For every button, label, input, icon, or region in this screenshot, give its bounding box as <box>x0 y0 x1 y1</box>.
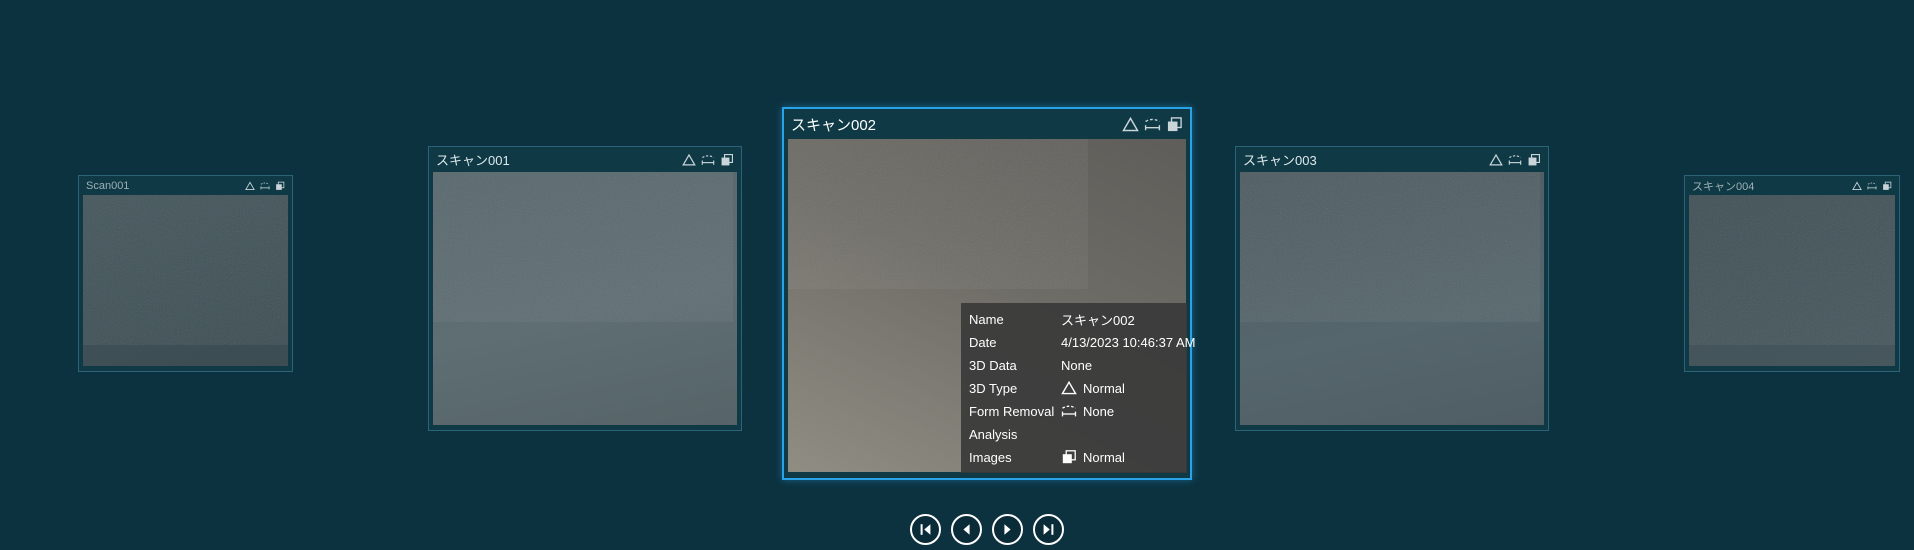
triangle-icon <box>1122 117 1139 131</box>
scan-card-scan003[interactable]: スキャン003 <box>1235 146 1549 431</box>
skip-to-last-icon <box>1043 524 1054 535</box>
scan-texture <box>433 172 733 322</box>
scan-carousel: Scan001 スキャン001 スキャン002 Name スキャン002 Dat… <box>0 0 1914 550</box>
info-value: Normal <box>1083 449 1125 465</box>
images-icon <box>1528 153 1540 166</box>
scan-card-header: スキャン004 <box>1685 176 1899 195</box>
info-label: Name <box>969 311 1004 327</box>
scan-card-scan002-selected[interactable]: スキャン002 Name スキャン002 Date 4/13/2023 10:4… <box>782 107 1195 480</box>
form-removal-icon <box>260 182 270 190</box>
info-row-3d-data: 3D Data None <box>969 354 1179 376</box>
triangle-icon <box>1489 153 1503 166</box>
images-icon <box>1061 449 1083 465</box>
info-value: Normal <box>1083 380 1125 396</box>
info-row-analysis: Analysis <box>969 423 1179 445</box>
triangle-icon <box>245 181 255 190</box>
scan-texture <box>1240 172 1540 322</box>
scan-card-scan004[interactable]: スキャン004 <box>1684 175 1900 372</box>
next-icon <box>1004 524 1011 535</box>
triangle-icon <box>1852 181 1862 190</box>
images-icon <box>275 181 285 190</box>
scan-card-title: スキャン002 <box>791 116 877 134</box>
info-row-images: Images Normal <box>969 446 1179 468</box>
info-label: 3D Type <box>969 380 1018 396</box>
scan-card-title: スキャン004 <box>1692 180 1755 193</box>
info-row-name: Name スキャン002 <box>969 308 1179 330</box>
info-label: Date <box>969 334 997 350</box>
scan-card-status-icons <box>1122 116 1183 133</box>
scan-card-status-icons <box>1852 181 1892 191</box>
info-value: None <box>1061 357 1093 373</box>
scan-card-header: スキャン002 <box>784 109 1190 139</box>
scan-card-title: Scan001 <box>86 179 130 192</box>
form-removal-icon <box>1061 403 1083 419</box>
form-removal-icon <box>701 154 715 165</box>
scan-thumbnail[interactable] <box>1689 195 1895 366</box>
last-button[interactable] <box>1033 514 1064 545</box>
scan-card-scan001[interactable]: Scan001 <box>78 175 293 372</box>
info-value: None <box>1083 403 1115 419</box>
scan-texture <box>1689 195 1895 345</box>
images-icon <box>1882 181 1892 190</box>
info-row-3d-type: 3D Type Normal <box>969 377 1179 399</box>
info-label: 3D Data <box>969 357 1017 373</box>
scan-card-status-icons <box>245 181 285 191</box>
info-row-form-removal: Form Removal None <box>969 400 1179 422</box>
scan-thumbnail[interactable] <box>83 195 288 366</box>
previous-icon <box>963 524 970 535</box>
info-label: Images <box>969 449 1012 465</box>
triangle-icon <box>1061 380 1083 396</box>
scan-card-header: Scan001 <box>79 176 292 195</box>
first-button[interactable] <box>910 514 941 545</box>
info-row-date: Date 4/13/2023 10:46:37 AM <box>969 331 1195 353</box>
info-value: 4/13/2023 10:46:37 AM <box>1061 334 1196 350</box>
scan-card-status-icons <box>682 153 734 167</box>
scan-card-header: スキャン001 <box>429 147 741 172</box>
scan-texture <box>788 139 1088 289</box>
form-removal-icon <box>1508 154 1522 165</box>
scan-info-panel: Name スキャン002 Date 4/13/2023 10:46:37 AM … <box>961 303 1195 473</box>
scan-card-title: スキャン001 <box>436 153 510 168</box>
next-button[interactable] <box>992 514 1023 545</box>
previous-button[interactable] <box>951 514 982 545</box>
scan-card-title: スキャン003 <box>1243 153 1317 168</box>
images-icon <box>1167 116 1182 132</box>
scan-texture <box>83 195 288 345</box>
triangle-icon <box>682 153 696 166</box>
scan-thumbnail[interactable] <box>1240 172 1544 425</box>
scan-card-status-icons <box>1489 153 1541 167</box>
form-removal-icon <box>1867 182 1877 190</box>
images-icon <box>721 153 733 166</box>
carousel-nav <box>910 514 1064 545</box>
info-value: スキャン002 <box>1061 312 1135 328</box>
scan-card-header: スキャン003 <box>1236 147 1548 172</box>
info-label: Form Removal <box>969 403 1055 419</box>
info-label: Analysis <box>969 426 1018 442</box>
skip-to-first-icon <box>920 524 931 535</box>
scan-thumbnail[interactable] <box>433 172 737 425</box>
form-removal-icon <box>1144 118 1161 131</box>
scan-card-scan001-jp[interactable]: スキャン001 <box>428 146 742 431</box>
